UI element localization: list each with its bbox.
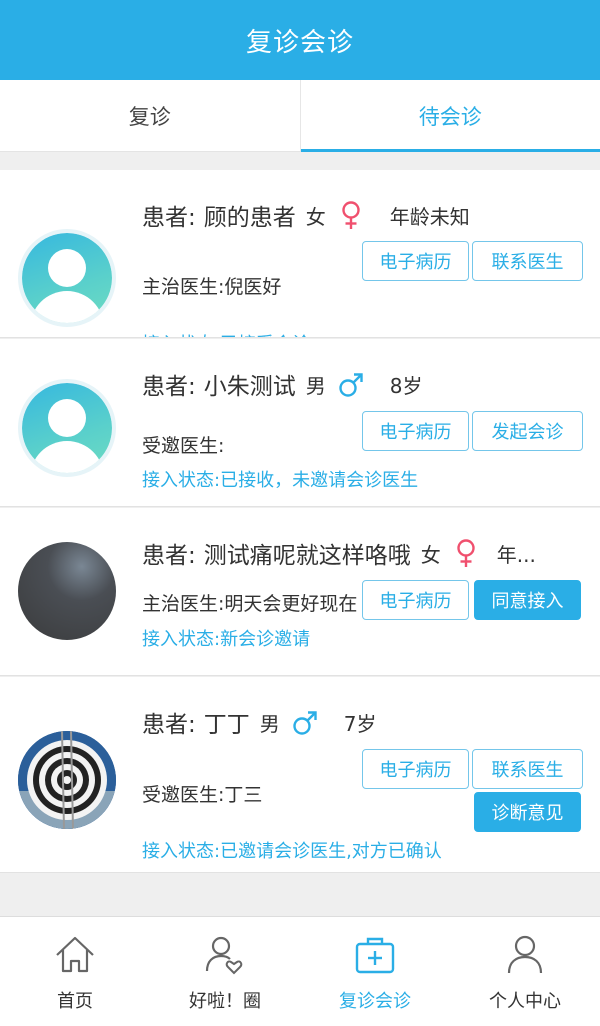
- patient-name-line: 患者: 顾的患者 女 年龄未知: [142, 198, 470, 232]
- avatar: [18, 379, 116, 477]
- status-text: 接入状态:已接受会诊: [142, 330, 310, 337]
- list-item[interactable]: 患者: 顾的患者 女 年龄未知 主治医生:倪医好 接入状态:已接受会诊 电子病历…: [0, 170, 600, 338]
- start-consultation-button[interactable]: 发起会诊: [472, 411, 583, 451]
- tab-followup[interactable]: 复诊: [0, 80, 300, 151]
- person-icon: [507, 935, 543, 974]
- list-item[interactable]: 患者: 小朱测试 男 8岁 受邀医生: 接入状态:已接收，未邀请会诊医生 电子病…: [0, 339, 600, 507]
- doctor-info: 受邀医生:: [142, 435, 225, 457]
- consultation-list: 患者: 顾的患者 女 年龄未知 主治医生:倪医好 接入状态:已接受会诊 电子病历…: [0, 170, 600, 874]
- avatar: [18, 229, 116, 327]
- patient-name-line: 患者: 丁丁 男 7岁: [142, 705, 376, 739]
- doctor-info: 主治医生:倪医好: [142, 276, 282, 298]
- nav-circle-label: 好啦！圈: [189, 991, 261, 1012]
- patient-age: 8岁: [389, 373, 423, 398]
- list-item[interactable]: 患者: 测试痛呢就这样咯哦 女 年... 主治医生:明天会更好现在 接入状态:新…: [0, 508, 600, 676]
- patient-gender: 女: [305, 204, 326, 229]
- medical-record-button[interactable]: 电子病历: [362, 411, 469, 451]
- patient-gender: 男: [259, 711, 280, 736]
- status-text: 接入状态:新会诊邀请: [142, 629, 311, 650]
- patient-gender: 女: [420, 542, 441, 567]
- user-heart-icon: [205, 936, 243, 975]
- patient-name-line: 患者: 测试痛呢就这样咯哦 女 年...: [142, 536, 536, 570]
- nav-home-label: 首页: [57, 991, 93, 1012]
- contact-doctor-button[interactable]: 联系医生: [472, 749, 583, 789]
- page-title: 复诊会诊: [245, 27, 354, 58]
- avatar: [18, 542, 116, 640]
- female-icon: [457, 539, 475, 567]
- tab-bar: 复诊 待会诊: [0, 80, 600, 152]
- nav-profile[interactable]: 个人中心: [450, 917, 600, 1026]
- male-icon: [293, 711, 317, 735]
- patient-label: 患者:: [142, 374, 196, 400]
- app-header: 复诊会诊: [0, 0, 600, 80]
- bottom-nav: 首页 好啦！圈 复诊会诊 个人中心: [0, 916, 600, 1026]
- patient-label: 患者:: [142, 205, 196, 231]
- doctor-info: 主治医生:明天会更好现在: [142, 593, 358, 615]
- nav-profile-label: 个人中心: [489, 991, 561, 1012]
- status-text: 接入状态:已邀请会诊医生,对方已确认: [142, 841, 442, 862]
- contact-doctor-button[interactable]: 联系医生: [472, 241, 583, 281]
- patient-age: 7岁: [343, 711, 377, 736]
- nav-circle[interactable]: 好啦！圈: [150, 917, 300, 1026]
- target-photo: [18, 731, 116, 829]
- nav-consultation[interactable]: 复诊会诊: [300, 917, 450, 1026]
- medical-record-button[interactable]: 电子病历: [362, 580, 469, 620]
- home-icon: [56, 936, 94, 973]
- medical-record-button[interactable]: 电子病历: [362, 241, 469, 281]
- doctor-info: 受邀医生:丁三: [142, 784, 263, 806]
- diagnosis-opinion-button[interactable]: 诊断意见: [474, 792, 581, 832]
- patient-gender: 男: [305, 373, 326, 398]
- female-icon: [342, 201, 360, 229]
- patient-name: 丁丁: [203, 712, 250, 738]
- patient-label: 患者:: [142, 543, 196, 569]
- patient-name: 测试痛呢就这样咯哦: [203, 543, 411, 569]
- patient-name: 小朱测试: [203, 374, 296, 400]
- patient-age: 年...: [496, 542, 536, 567]
- nav-home[interactable]: 首页: [0, 917, 150, 1026]
- patient-name: 顾的患者: [203, 205, 296, 231]
- patient-age: 年龄未知: [389, 204, 470, 229]
- patient-label: 患者:: [142, 712, 196, 738]
- avatar: [18, 731, 116, 829]
- list-item[interactable]: 患者: 丁丁 男 7岁 受邀医生:丁三 接入状态:已邀请会诊医生,对方已确认 电…: [0, 677, 600, 873]
- accept-consultation-button[interactable]: 同意接入: [474, 580, 581, 620]
- male-icon: [339, 373, 363, 397]
- nav-consultation-label: 复诊会诊: [339, 991, 411, 1012]
- patient-name-line: 患者: 小朱测试 男 8岁: [142, 367, 422, 401]
- medical-record-button[interactable]: 电子病历: [362, 749, 469, 789]
- status-text: 接入状态:已接收，未邀请会诊医生: [142, 470, 419, 491]
- medical-kit-icon: [355, 937, 395, 974]
- tab-pending-consultation[interactable]: 待会诊: [299, 80, 600, 152]
